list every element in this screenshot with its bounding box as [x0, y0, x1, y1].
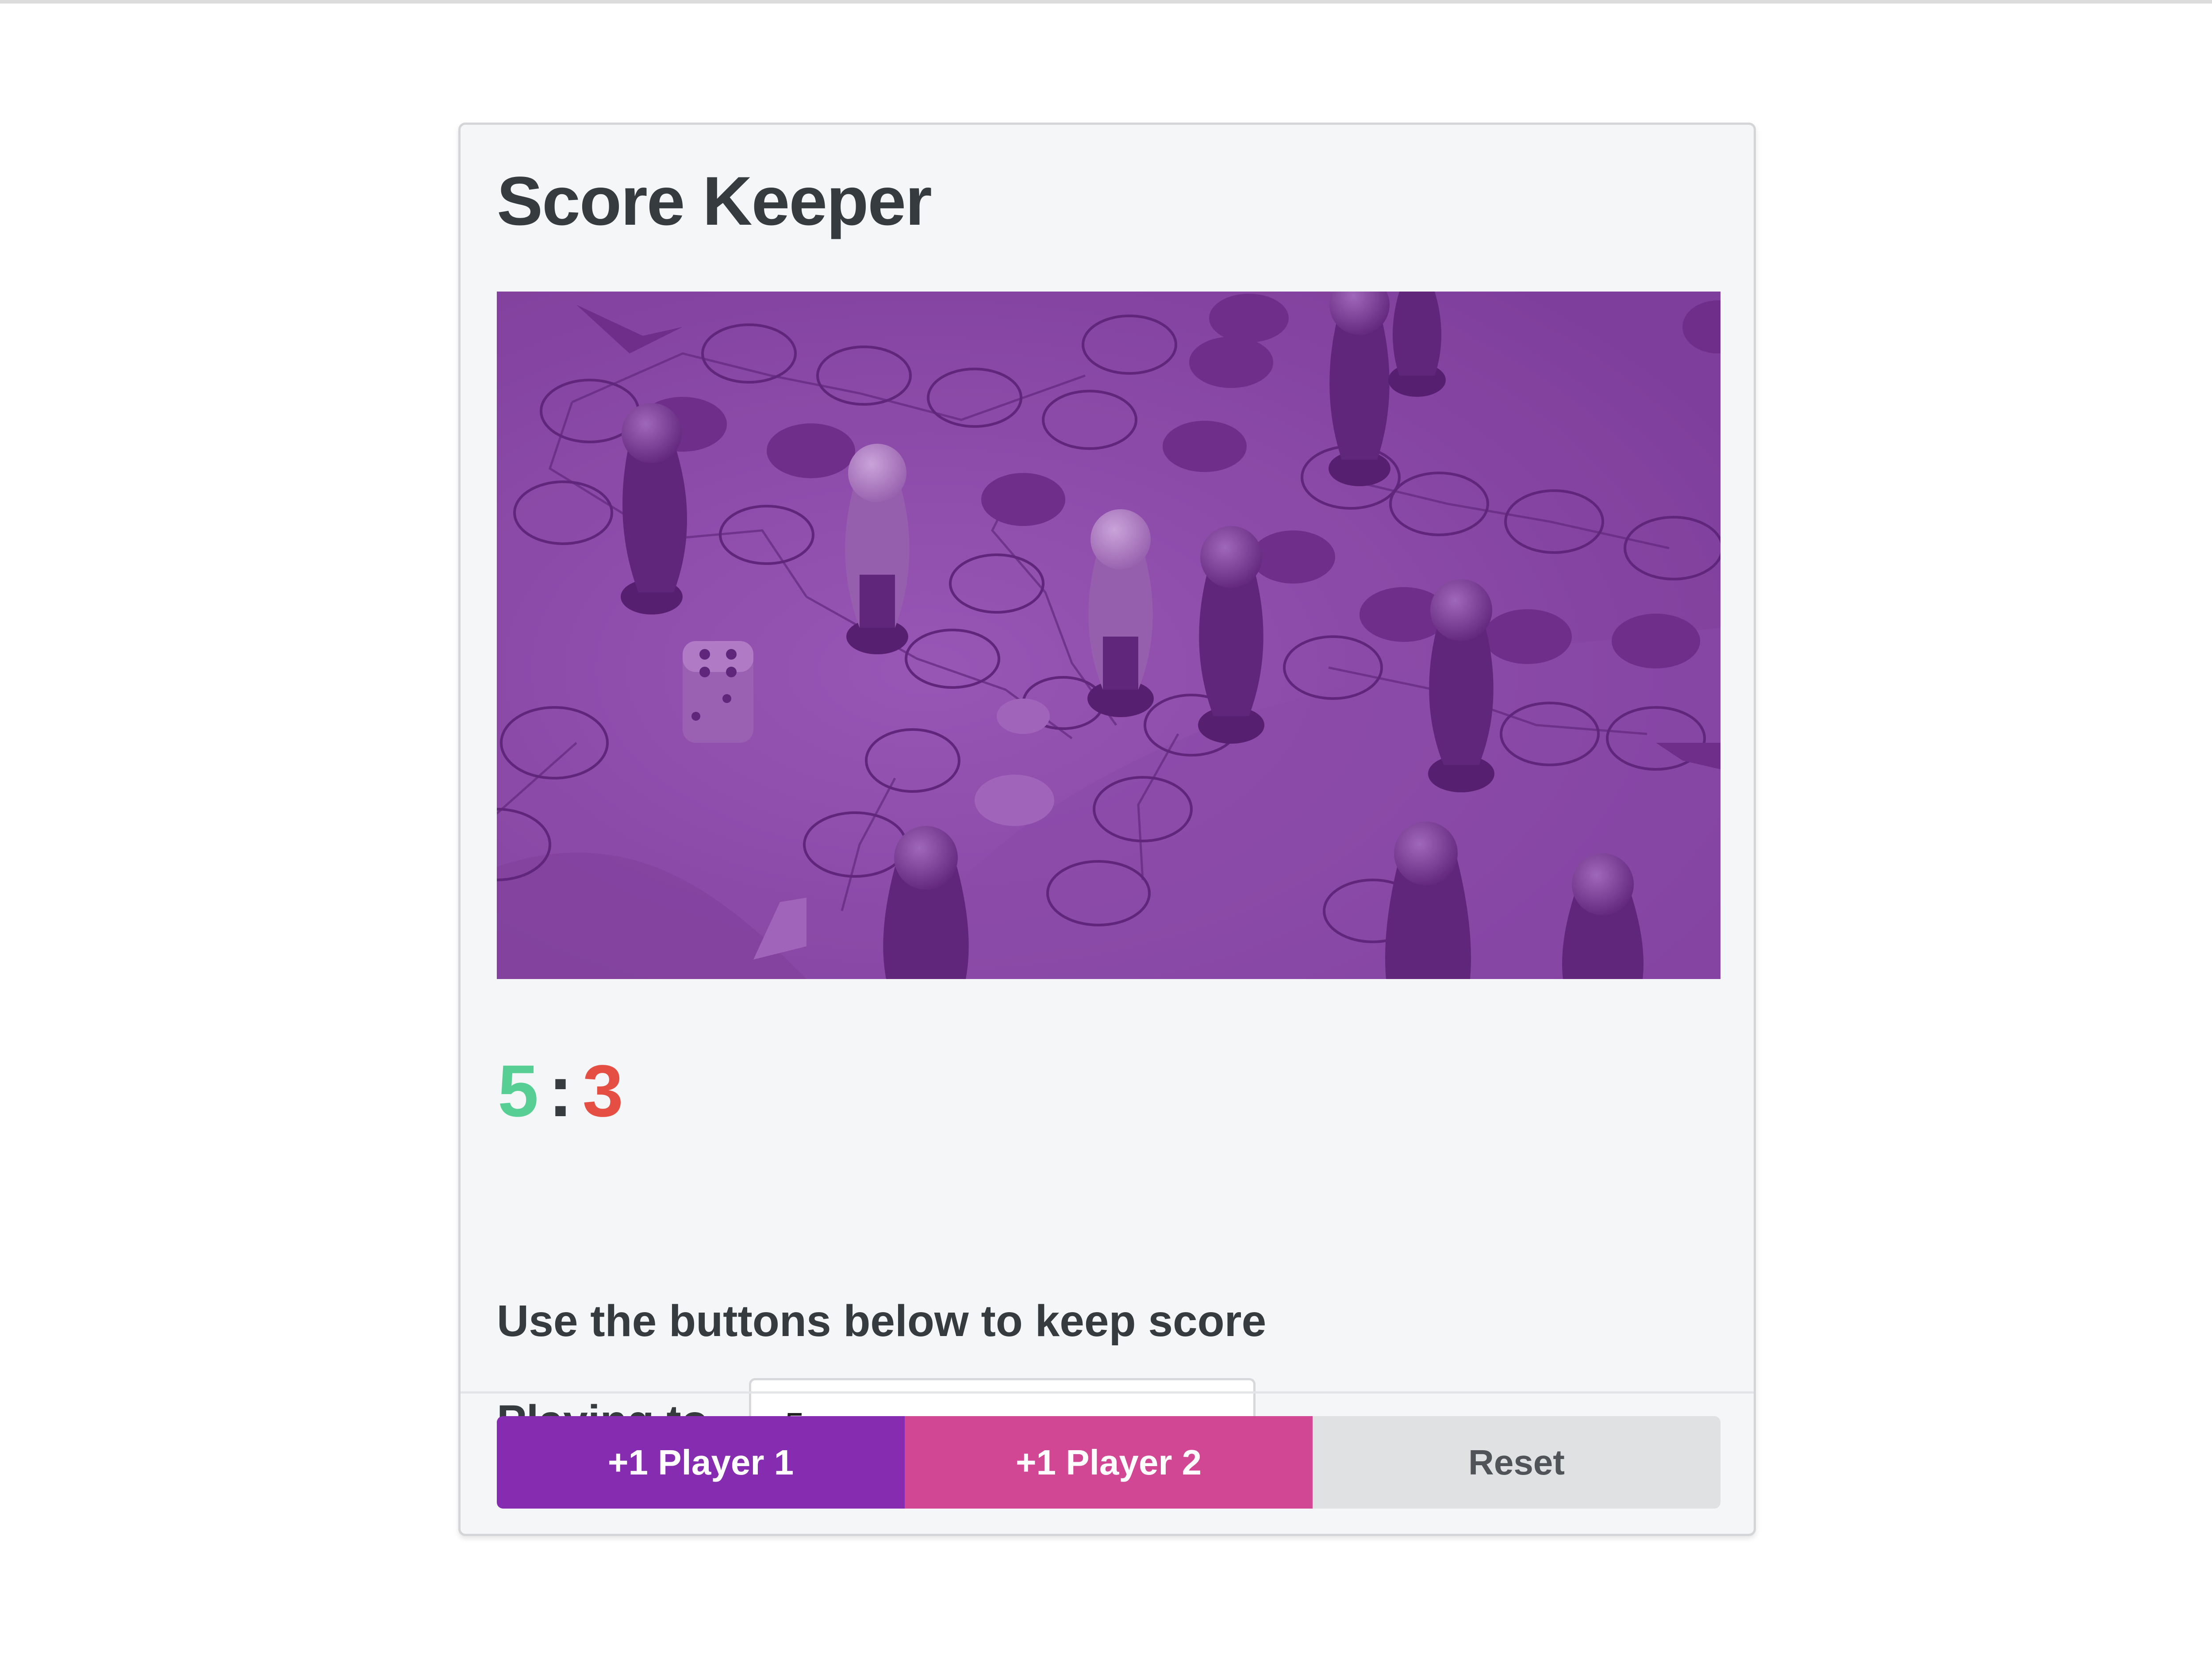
score-keeper-card: Score Keeper 5: 3 Use the buttons below…	[458, 123, 1756, 1536]
add-player2-button[interactable]: +1 Player 2	[905, 1416, 1313, 1509]
player2-score: 3	[582, 1050, 623, 1132]
browser-top-rule	[0, 0, 2212, 4]
board-game-image	[497, 292, 1720, 979]
add-player1-button[interactable]: +1 Player 1	[497, 1416, 905, 1509]
score-display: 5:3	[498, 1055, 623, 1128]
reset-button[interactable]: Reset	[1313, 1416, 1720, 1509]
page-title: Score Keeper	[497, 163, 932, 240]
button-group: +1 Player 1 +1 Player 2 Reset	[497, 1416, 1720, 1509]
player1-score: 5	[498, 1050, 539, 1132]
instructions-text: Use the buttons below to keep score	[497, 1296, 1267, 1346]
score-separator: :	[548, 1050, 573, 1132]
footer-divider	[461, 1391, 1754, 1394]
